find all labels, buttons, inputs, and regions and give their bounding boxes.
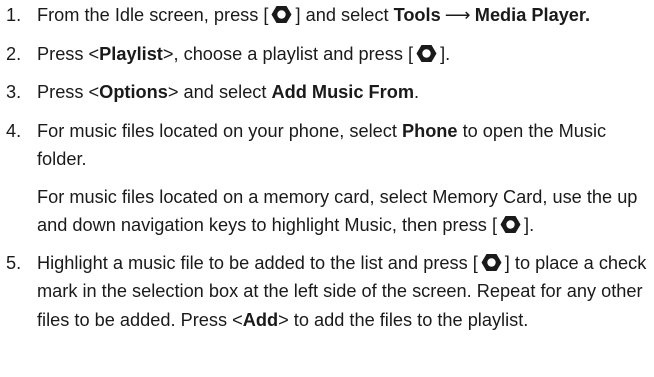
step-text: > and select [167, 82, 272, 102]
step-4-subparagraph: For music files located on a memory card… [37, 183, 648, 240]
softkey-playlist: Playlist [99, 43, 163, 64]
step-number: 2. [6, 43, 22, 64]
step-number: 4. [6, 120, 22, 141]
step-text: ] and select [295, 5, 394, 25]
menu-item-tools: Tools [393, 5, 441, 25]
navigation-key-icon [481, 253, 502, 272]
step-text: For music files located on your phone, s… [37, 120, 402, 141]
menu-item-media-player: Media Player. [474, 5, 591, 25]
step-text: > to add the files to the playlist. [278, 309, 529, 330]
navigation-key-icon [416, 44, 437, 63]
step-5: 5. Highlight a music file to be added to … [0, 249, 654, 335]
menu-item-phone: Phone [401, 120, 458, 141]
step-2: 2. Press <Playlist>, choose a playlist an… [0, 40, 654, 69]
step-text: Highlight a music file to be added to th… [37, 252, 478, 273]
menu-item-add-music-from: Add Music From [271, 82, 414, 102]
step-text: Press < [37, 43, 100, 64]
step-text: Press < [37, 82, 100, 102]
step-text: . [414, 82, 420, 102]
navigation-key-icon [500, 215, 521, 234]
instruction-list: 1. From the Idle screen, press [ ] and sel… [0, 0, 654, 334]
step-text: From the Idle screen, press [ [37, 5, 269, 25]
arrow-icon: ⟶ [444, 5, 471, 25]
step-number: 5. [6, 252, 22, 273]
step-text: ]. [440, 43, 451, 64]
step-text: For music files located on a memory card… [37, 186, 638, 236]
step-text: ]. [524, 215, 535, 235]
step-number: 1. [6, 5, 22, 25]
softkey-options: Options [99, 82, 168, 102]
step-number: 3. [6, 82, 22, 102]
softkey-add: Add [242, 309, 279, 330]
step-3: 3. Press <Options> and select Add Music F… [0, 78, 654, 107]
step-4: 4. For music files located on your phone,… [0, 117, 654, 240]
step-1: 1. From the Idle screen, press [ ] and sel… [0, 1, 654, 30]
navigation-key-icon [271, 5, 292, 24]
step-text: >, choose a playlist and press [ [162, 43, 414, 64]
